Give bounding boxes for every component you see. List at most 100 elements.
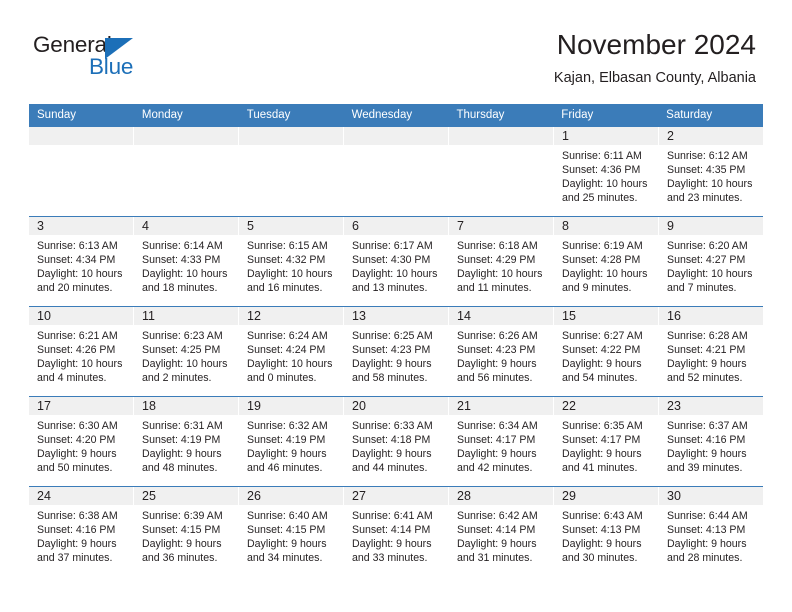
sunrise-time: Sunrise: 6:28 AM — [667, 330, 748, 342]
day-sun-info: Sunrise: 6:34 AM Sunset: 4:17 PM Daylight:… — [449, 415, 553, 475]
sunset-time: Sunset: 4:13 PM — [562, 524, 641, 537]
sunrise-time: Sunrise: 6:20 AM — [667, 240, 748, 252]
daylight-duration-line1: Daylight: 10 hours — [37, 358, 123, 371]
sunset-time: Sunset: 4:35 PM — [667, 164, 746, 177]
weekday-header-tuesday: Tuesday — [246, 109, 291, 121]
calendar-day-cell[interactable]: 8 Sunrise: 6:19 AM Sunset: 4:28 PM Daylight… — [554, 217, 659, 306]
calendar-day-cell[interactable]: 18 Sunrise: 6:31 AM Sunset: 4:19 PM Dayligh… — [134, 397, 239, 486]
calendar-day-cell[interactable]: 28 Sunrise: 6:42 AM Sunset: 4:14 PM Dayligh… — [449, 487, 554, 576]
calendar-day-cell[interactable]: 19 Sunrise: 6:32 AM Sunset: 4:19 PM Dayligh… — [239, 397, 344, 486]
sunrise-time: Sunrise: 6:42 AM — [457, 510, 538, 522]
day-number-band: 16 — [659, 307, 763, 325]
sunrise-time: Sunrise: 6:44 AM — [667, 510, 748, 522]
day-sun-info: Sunrise: 6:12 AM Sunset: 4:35 PM Daylight:… — [659, 145, 763, 205]
day-sun-info: Sunrise: 6:33 AM Sunset: 4:18 PM Daylight:… — [344, 415, 448, 475]
daylight-duration-line2: and 23 minutes. — [667, 192, 743, 205]
calendar-weeks: 1 Sunrise: 6:11 AM Sunset: 4:36 PM Daylight… — [29, 126, 763, 576]
calendar-day-cell[interactable]: 16 Sunrise: 6:28 AM Sunset: 4:21 PM Dayligh… — [659, 307, 763, 396]
sunset-time: Sunset: 4:18 PM — [352, 434, 431, 447]
daylight-duration-line2: and 7 minutes. — [667, 282, 737, 295]
calendar-day-cell[interactable]: 21 Sunrise: 6:34 AM Sunset: 4:17 PM Dayligh… — [449, 397, 554, 486]
calendar-day-cell[interactable]: 7 Sunrise: 6:18 AM Sunset: 4:29 PM Daylight… — [449, 217, 554, 306]
day-sun-info: Sunrise: 6:15 AM Sunset: 4:32 PM Daylight:… — [239, 235, 343, 295]
calendar-day-cell[interactable]: 4 Sunrise: 6:14 AM Sunset: 4:33 PM Daylight… — [134, 217, 239, 306]
day-number: 19 — [247, 399, 261, 413]
calendar-day-cell[interactable]: 22 Sunrise: 6:35 AM Sunset: 4:17 PM Dayligh… — [554, 397, 659, 486]
calendar-day-cell[interactable]: 20 Sunrise: 6:33 AM Sunset: 4:18 PM Dayligh… — [344, 397, 449, 486]
day-number-band: 6 — [344, 217, 448, 235]
day-sun-info: Sunrise: 6:31 AM Sunset: 4:19 PM Daylight:… — [134, 415, 238, 475]
calendar-day-cell[interactable]: 17 Sunrise: 6:30 AM Sunset: 4:20 PM Dayligh… — [29, 397, 134, 486]
day-number: 27 — [352, 489, 366, 503]
day-sun-info: Sunrise: 6:18 AM Sunset: 4:29 PM Daylight:… — [449, 235, 553, 295]
sunrise-time: Sunrise: 6:40 AM — [247, 510, 328, 522]
day-number: 28 — [457, 489, 471, 503]
calendar-day-cell[interactable]: 25 Sunrise: 6:39 AM Sunset: 4:15 PM Dayligh… — [134, 487, 239, 576]
day-number: 5 — [247, 219, 254, 233]
sunrise-time: Sunrise: 6:17 AM — [352, 240, 433, 252]
calendar-day-cell[interactable]: 12 Sunrise: 6:24 AM Sunset: 4:24 PM Dayligh… — [239, 307, 344, 396]
calendar-page: General Blue November 2024 Kajan, Elbasa… — [0, 0, 792, 612]
day-number: 1 — [562, 129, 569, 143]
sunrise-time: Sunrise: 6:27 AM — [562, 330, 643, 342]
calendar-week-row: 10 Sunrise: 6:21 AM Sunset: 4:26 PM Dayligh… — [29, 306, 763, 396]
calendar-day-cell[interactable]: 13 Sunrise: 6:25 AM Sunset: 4:23 PM Dayligh… — [344, 307, 449, 396]
day-number-band: 24 — [29, 487, 133, 505]
day-number-band: 11 — [134, 307, 238, 325]
calendar-day-cell[interactable]: 6 Sunrise: 6:17 AM Sunset: 4:30 PM Daylight… — [344, 217, 449, 306]
calendar-day-cell[interactable]: 26 Sunrise: 6:40 AM Sunset: 4:15 PM Dayligh… — [239, 487, 344, 576]
day-number: 21 — [457, 399, 471, 413]
daylight-duration-line2: and 11 minutes. — [457, 282, 532, 295]
sunset-time: Sunset: 4:36 PM — [562, 164, 641, 177]
sunrise-time: Sunrise: 6:13 AM — [37, 240, 118, 252]
day-sun-info: Sunrise: 6:19 AM Sunset: 4:28 PM Daylight:… — [554, 235, 658, 295]
day-number-band — [29, 127, 133, 145]
daylight-duration-line1: Daylight: 9 hours — [247, 538, 327, 551]
calendar-day-cell[interactable]: 29 Sunrise: 6:43 AM Sunset: 4:13 PM Dayligh… — [554, 487, 659, 576]
calendar-day-cell[interactable]: 5 Sunrise: 6:15 AM Sunset: 4:32 PM Daylight… — [239, 217, 344, 306]
sunset-time: Sunset: 4:16 PM — [37, 524, 116, 537]
calendar-day-cell[interactable]: 23 Sunrise: 6:37 AM Sunset: 4:16 PM Dayligh… — [659, 397, 763, 486]
calendar-day-cell[interactable]: 30 Sunrise: 6:44 AM Sunset: 4:13 PM Dayligh… — [659, 487, 763, 576]
day-sun-info: Sunrise: 6:35 AM Sunset: 4:17 PM Daylight:… — [554, 415, 658, 475]
calendar-day-cell[interactable]: 2 Sunrise: 6:12 AM Sunset: 4:35 PM Daylight… — [659, 127, 763, 216]
sunrise-time: Sunrise: 6:25 AM — [352, 330, 433, 342]
calendar-week-row: 17 Sunrise: 6:30 AM Sunset: 4:20 PM Dayligh… — [29, 396, 763, 486]
weekday-header-friday: Friday — [561, 109, 594, 121]
calendar-day-cell[interactable]: 10 Sunrise: 6:21 AM Sunset: 4:26 PM Dayligh… — [29, 307, 134, 396]
sunset-time: Sunset: 4:22 PM — [562, 344, 641, 357]
daylight-duration-line2: and 4 minutes. — [37, 372, 107, 385]
daylight-duration-line2: and 41 minutes. — [562, 462, 638, 475]
sunset-time: Sunset: 4:27 PM — [667, 254, 746, 267]
day-sun-info: Sunrise: 6:44 AM Sunset: 4:13 PM Daylight:… — [659, 505, 763, 565]
sunset-time: Sunset: 4:16 PM — [667, 434, 746, 447]
day-number: 23 — [667, 399, 681, 413]
calendar-day-cell[interactable]: 14 Sunrise: 6:26 AM Sunset: 4:23 PM Dayligh… — [449, 307, 554, 396]
day-number: 24 — [37, 489, 51, 503]
day-sun-info: Sunrise: 6:28 AM Sunset: 4:21 PM Daylight:… — [659, 325, 763, 385]
daylight-duration-line1: Daylight: 9 hours — [562, 358, 642, 371]
sunset-time: Sunset: 4:17 PM — [457, 434, 536, 447]
daylight-duration-line2: and 42 minutes. — [457, 462, 533, 475]
sunrise-time: Sunrise: 6:15 AM — [247, 240, 328, 252]
calendar-day-cell[interactable]: 15 Sunrise: 6:27 AM Sunset: 4:22 PM Dayligh… — [554, 307, 659, 396]
calendar-day-cell[interactable]: 24 Sunrise: 6:38 AM Sunset: 4:16 PM Dayligh… — [29, 487, 134, 576]
calendar-day-cell-empty — [449, 127, 554, 216]
day-number-band: 18 — [134, 397, 238, 415]
generalblue-logo: General Blue — [33, 33, 153, 81]
calendar-day-cell[interactable]: 27 Sunrise: 6:41 AM Sunset: 4:14 PM Dayligh… — [344, 487, 449, 576]
title-block: November 2024 Kajan, Elbasan County, Alb… — [554, 28, 756, 89]
weekday-header-saturday: Saturday — [666, 109, 713, 121]
calendar-day-cell[interactable]: 9 Sunrise: 6:20 AM Sunset: 4:27 PM Daylight… — [659, 217, 763, 306]
page-subtitle: Kajan, Elbasan County, Albania — [553, 70, 756, 86]
calendar-day-cell[interactable]: 11 Sunrise: 6:23 AM Sunset: 4:25 PM Dayligh… — [134, 307, 239, 396]
sunset-time: Sunset: 4:34 PM — [37, 254, 116, 267]
logo-text-blue: Blue — [89, 54, 134, 79]
calendar-day-cell[interactable]: 3 Sunrise: 6:13 AM Sunset: 4:34 PM Daylight… — [29, 217, 134, 306]
sunset-time: Sunset: 4:20 PM — [37, 434, 116, 447]
daylight-duration-line1: Daylight: 9 hours — [457, 448, 537, 461]
daylight-duration-line2: and 20 minutes. — [37, 282, 113, 295]
calendar-day-cell[interactable]: 1 Sunrise: 6:11 AM Sunset: 4:36 PM Daylight… — [554, 127, 659, 216]
daylight-duration-line2: and 9 minutes. — [562, 282, 632, 295]
day-sun-info: Sunrise: 6:38 AM Sunset: 4:16 PM Daylight:… — [29, 505, 133, 565]
